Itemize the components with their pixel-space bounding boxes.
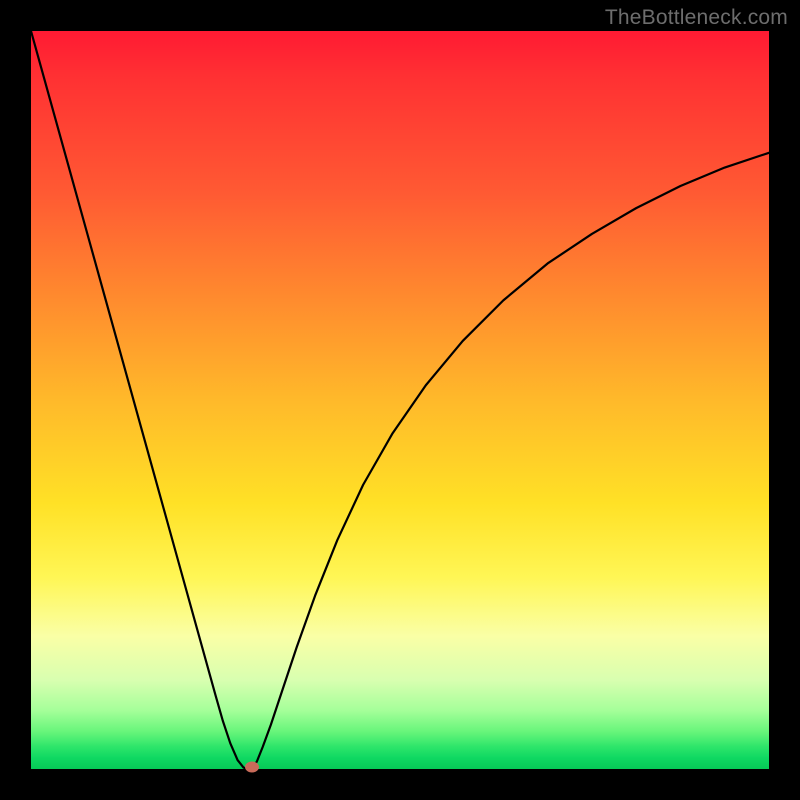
curve-path (31, 31, 769, 769)
minimum-marker (245, 761, 259, 772)
bottleneck-curve (31, 31, 769, 769)
chart-frame: TheBottleneck.com (0, 0, 800, 800)
plot-area (31, 31, 769, 769)
watermark-text: TheBottleneck.com (605, 6, 788, 30)
